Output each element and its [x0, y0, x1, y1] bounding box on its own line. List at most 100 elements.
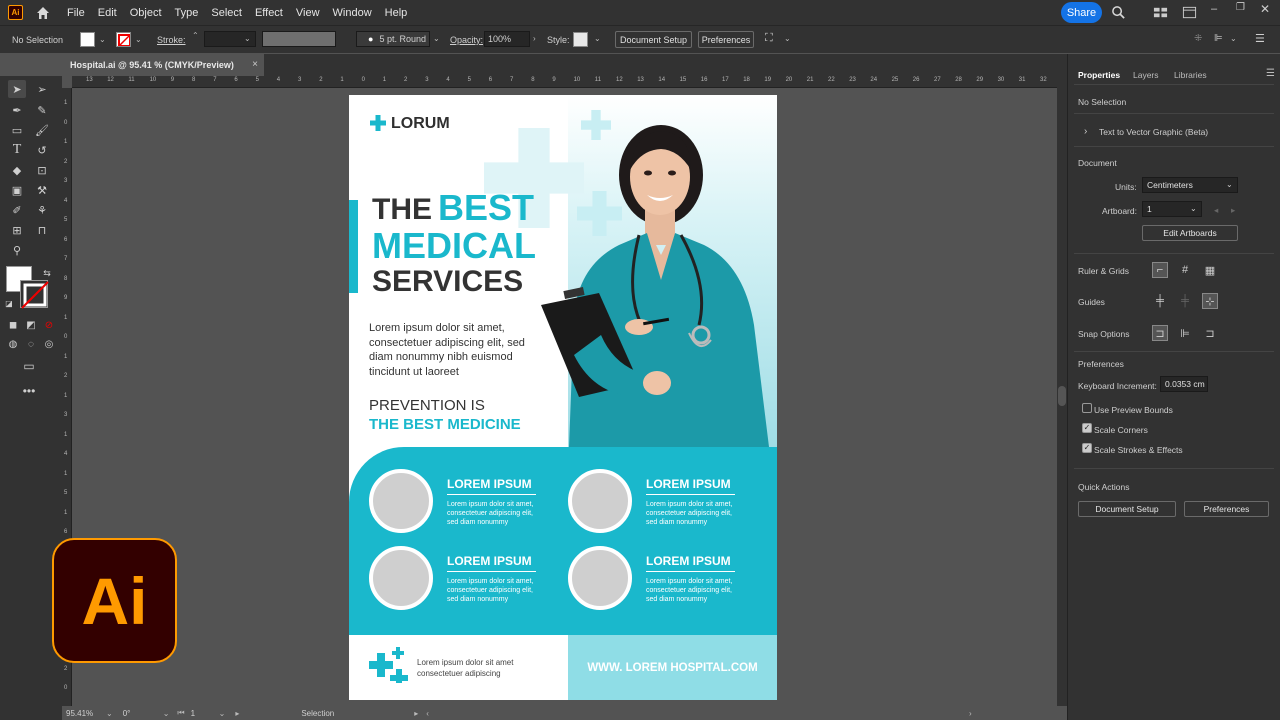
draw-inside-icon[interactable]: ◎	[40, 335, 58, 353]
ruler-icon[interactable]: ⌐	[1152, 262, 1168, 278]
paintbrush-tool-icon[interactable]: 🖌	[33, 121, 51, 139]
chevron-down-icon[interactable]: ⌄	[1226, 180, 1233, 189]
chevron-right-icon[interactable]: ›	[533, 34, 536, 43]
chevron-down-icon[interactable]: ⌄	[1230, 34, 1237, 43]
panel-menu-icon[interactable]: ☰	[1266, 68, 1275, 79]
eyedropper-tool-icon[interactable]: ✐	[8, 201, 26, 219]
artboard-number[interactable]: 1	[191, 709, 219, 718]
scroll-right-icon[interactable]: ›	[969, 709, 972, 718]
share-button[interactable]: Share	[1061, 2, 1102, 23]
units-select[interactable]: Centimeters	[1142, 177, 1238, 193]
none-mode-icon[interactable]: ⊘	[40, 316, 58, 334]
minimize-icon[interactable]: –	[1211, 3, 1226, 18]
tab-libraries[interactable]: Libraries	[1174, 70, 1207, 80]
default-colors-icon[interactable]: ◪	[0, 294, 18, 312]
tab-properties[interactable]: Properties	[1078, 70, 1120, 80]
arrange-icon[interactable]: ⛶	[765, 32, 773, 45]
chevron-down-icon[interactable]: ⌄	[594, 34, 601, 43]
menu-file[interactable]: File	[67, 7, 85, 19]
stroke-color-swatch[interactable]	[20, 280, 49, 309]
artboard[interactable]: LORUM THE BEST MEDICAL SERVICES Lorem ip…	[349, 95, 777, 700]
eraser-tool-icon[interactable]: ◆	[8, 161, 26, 179]
rectangle-tool-icon[interactable]: ▭	[8, 121, 26, 139]
chevron-down-icon[interactable]: ⌄	[99, 35, 106, 44]
chevron-down-icon[interactable]: ⌄	[1190, 204, 1197, 213]
chevron-down-icon[interactable]: ⌄	[784, 34, 791, 43]
draw-normal-icon[interactable]: ◍	[4, 335, 22, 353]
preferences-button[interactable]: Preferences	[698, 31, 754, 48]
snap-to-pixel-icon[interactable]: ⊫	[1177, 325, 1193, 341]
transparency-grid-icon[interactable]: ▦	[1202, 262, 1218, 278]
fill-swatch[interactable]	[80, 32, 95, 47]
artboard-tool-icon[interactable]: ⊓	[33, 221, 51, 239]
curvature-tool-icon[interactable]: ✎	[33, 101, 51, 119]
search-icon[interactable]	[1111, 5, 1126, 20]
color-mode-icon[interactable]: ◼	[4, 316, 22, 334]
transform-icon[interactable]: ⊫	[1214, 33, 1223, 44]
pen-tool-icon[interactable]: ✒	[8, 101, 26, 119]
scroll-thumb[interactable]	[1058, 386, 1066, 406]
draw-behind-icon[interactable]: ◌	[22, 335, 40, 353]
zoom-tool-icon[interactable]: ⚲	[8, 241, 26, 259]
rotate-view[interactable]: 0°	[123, 709, 163, 718]
edit-toolbar-icon[interactable]: •••	[20, 382, 38, 400]
scale-strokes-checkbox[interactable]: ✓	[1082, 443, 1092, 453]
panel-menu-icon[interactable]: ☰	[1255, 32, 1265, 45]
align-icon[interactable]: ⁜	[1194, 33, 1202, 44]
gradient-mode-icon[interactable]: ◩	[22, 316, 40, 334]
horizontal-ruler[interactable]: 13 12 11 10 9 8 7 6 5 4 3 2 1 0 1 2 3 4 5 6 7 8 9 10 11 12 13 14 15 1…	[72, 76, 1057, 88]
zoom-level[interactable]: 95.41%	[66, 709, 106, 718]
gradient-tool-icon[interactable]: ▣	[8, 181, 26, 199]
document-tab[interactable]: Hospital.ai @ 95.41 % (CMYK/Preview) ×	[62, 54, 264, 76]
preferences-button[interactable]: Preferences	[1184, 501, 1269, 517]
text-to-vector-section[interactable]: Text to Vector Graphic (Beta)	[1099, 127, 1208, 137]
snap-to-point-icon[interactable]: ⊐	[1152, 325, 1168, 341]
home-icon[interactable]	[35, 5, 51, 21]
chevron-down-icon[interactable]: ⌄	[244, 34, 251, 43]
previous-artboard-icon[interactable]: ◂	[1214, 205, 1218, 216]
snap-to-glyph-icon[interactable]: ⊐	[1202, 325, 1218, 341]
smart-guides-icon[interactable]: ⊹	[1202, 293, 1218, 309]
menu-effect[interactable]: Effect	[255, 7, 283, 19]
menu-select[interactable]: Select	[211, 7, 242, 19]
workspace-icon[interactable]	[1153, 5, 1168, 20]
keyboard-increment-field[interactable]: 0.0353 cm	[1160, 376, 1208, 392]
use-preview-bounds-checkbox[interactable]	[1082, 403, 1092, 413]
vertical-scrollbar[interactable]	[1057, 76, 1067, 706]
close-tab-icon[interactable]: ×	[252, 59, 258, 70]
blend-tool-icon[interactable]: ⚘	[33, 201, 51, 219]
chevron-down-icon[interactable]: ⌄	[106, 709, 113, 718]
screen-mode-icon[interactable]: ▭	[20, 357, 38, 375]
opacity-field[interactable]: 100%	[484, 31, 530, 47]
grid-icon[interactable]: #	[1177, 262, 1193, 278]
shape-builder-tool-icon[interactable]: ⚒	[33, 181, 51, 199]
arrange-documents-icon[interactable]	[1182, 5, 1197, 20]
lock-guides-icon[interactable]: ╪	[1177, 293, 1193, 309]
first-artboard-icon[interactable]: ⏮	[177, 708, 184, 718]
chevron-down-icon[interactable]: ⌄	[433, 34, 440, 43]
chevron-down-icon[interactable]: ⌄	[163, 709, 170, 718]
edit-artboards-button[interactable]: Edit Artboards	[1142, 225, 1238, 241]
opacity-label[interactable]: Opacity:	[450, 35, 483, 45]
show-guides-icon[interactable]: ╪	[1152, 293, 1168, 309]
swap-colors-icon[interactable]: ⇆	[38, 264, 56, 282]
next-artboard-icon[interactable]: ▸	[1231, 205, 1235, 216]
stroke-label[interactable]: Stroke:	[157, 35, 186, 45]
stroke-swatch[interactable]	[116, 32, 131, 47]
document-setup-button[interactable]: Document Setup	[615, 31, 692, 48]
restore-icon[interactable]: ❐	[1236, 2, 1251, 17]
symbol-sprayer-tool-icon[interactable]: ⊞	[8, 221, 26, 239]
document-setup-button[interactable]: Document Setup	[1078, 501, 1176, 517]
close-window-icon[interactable]: ✕	[1260, 2, 1275, 17]
menu-help[interactable]: Help	[385, 7, 408, 19]
menu-object[interactable]: Object	[130, 7, 162, 19]
menu-edit[interactable]: Edit	[98, 7, 117, 19]
scale-corners-checkbox[interactable]: ✓	[1082, 423, 1092, 433]
brush-definition[interactable]: ● 5 pt. Round	[356, 31, 430, 47]
next-artboard-icon[interactable]: ▸	[235, 709, 239, 718]
menu-view[interactable]: View	[296, 7, 320, 19]
canvas[interactable]: LORUM THE BEST MEDICAL SERVICES Lorem ip…	[72, 88, 1057, 706]
stepper-icon[interactable]: ⌃	[192, 31, 199, 40]
menu-type[interactable]: Type	[175, 7, 199, 19]
variable-width-profile[interactable]	[262, 31, 336, 47]
